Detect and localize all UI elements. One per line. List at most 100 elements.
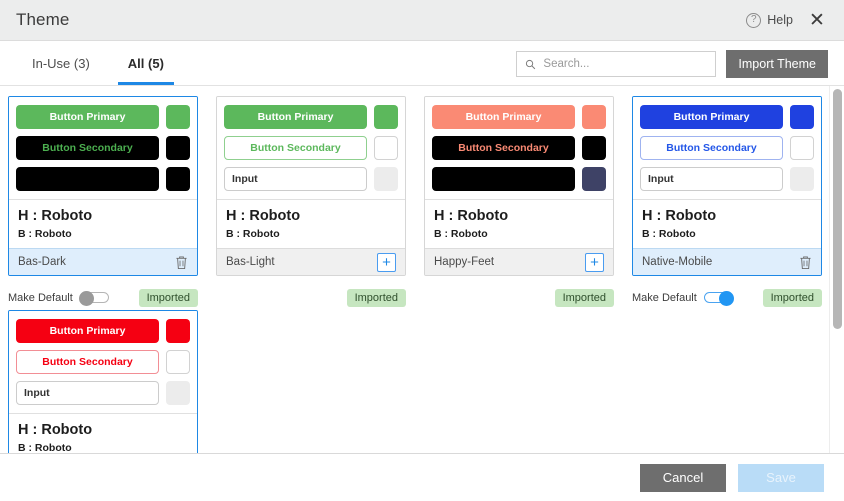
preview-row-primary: Button Primary	[640, 105, 814, 129]
color-swatch-input[interactable]	[790, 167, 814, 191]
make-default-toggle[interactable]	[80, 291, 109, 304]
color-swatch-input[interactable]	[582, 167, 606, 191]
body-font-label: B : Roboto	[18, 228, 188, 240]
color-swatch-primary[interactable]	[790, 105, 814, 129]
add-theme-button[interactable]: +	[585, 253, 604, 272]
preview-button-secondary[interactable]: Button Secondary	[224, 136, 367, 160]
preview-button-primary[interactable]: Button Primary	[16, 319, 159, 343]
preview-button-secondary[interactable]: Button Secondary	[16, 350, 159, 374]
color-swatch-secondary[interactable]	[790, 136, 814, 160]
typography-section: H : Roboto B : Roboto	[217, 199, 405, 248]
heading-font-label: H : Roboto	[18, 421, 188, 439]
delete-theme-button[interactable]	[799, 255, 812, 270]
search-box[interactable]	[516, 51, 716, 77]
help-button[interactable]: ? Help	[746, 13, 793, 28]
add-theme-button[interactable]: +	[377, 253, 396, 272]
color-swatch-secondary[interactable]	[374, 136, 398, 160]
vertical-scrollbar[interactable]	[829, 86, 844, 453]
theme-scroll-area: Button Primary Button Secondary Input H : R…	[0, 86, 844, 453]
toolbar: In-Use (3) All (5) Import Theme	[0, 41, 844, 86]
theme-dialog: Theme ? Help ✕ In-Use (3) All (5) Import…	[0, 0, 844, 501]
trash-icon	[175, 255, 188, 270]
color-swatch-primary[interactable]	[582, 105, 606, 129]
preview-row-secondary: Button Secondary	[16, 136, 190, 160]
theme-name: Native-Mobile	[642, 256, 712, 268]
preview-row-input: Input	[16, 381, 190, 405]
save-button[interactable]: Save	[738, 464, 824, 492]
dialog-footer: Cancel Save	[0, 453, 844, 501]
theme-card[interactable]: Button PrimaryButton SecondaryInputH : R…	[8, 96, 198, 276]
help-label: Help	[767, 13, 793, 27]
preview-button-secondary[interactable]: Button Secondary	[16, 136, 159, 160]
delete-theme-button[interactable]	[175, 255, 188, 270]
theme-name: Happy-Feet	[434, 256, 494, 268]
cancel-button[interactable]: Cancel	[640, 464, 726, 492]
color-swatch-input[interactable]	[166, 381, 190, 405]
preview-button-primary[interactable]: Button Primary	[16, 105, 159, 129]
body-font-label: B : Roboto	[226, 228, 396, 240]
tab-in-use[interactable]: In-Use (3)	[16, 41, 106, 85]
make-default-label: Make Default	[632, 292, 697, 304]
heading-font-label: H : Roboto	[434, 207, 604, 225]
preview-row-primary: Button Primary	[16, 319, 190, 343]
typography-section: H : Roboto B : Roboto	[9, 413, 197, 453]
color-swatch-secondary[interactable]	[582, 136, 606, 160]
preview-input[interactable]: Input	[432, 167, 575, 191]
color-swatch-primary[interactable]	[166, 319, 190, 343]
preview-row-input: Input	[432, 167, 606, 191]
make-default-control[interactable]: Make Default	[8, 291, 109, 304]
theme-preview: Button Primary Button Secondary Input	[425, 97, 613, 199]
theme-preview: Button Primary Button Secondary Input	[9, 311, 197, 413]
theme-name: Bas-Light	[226, 256, 275, 268]
preview-input[interactable]: Input	[640, 167, 783, 191]
preview-row-primary: Button Primary	[432, 105, 606, 129]
theme-preview: Button Primary Button Secondary Input	[217, 97, 405, 199]
preview-row-secondary: Button Secondary	[640, 136, 814, 160]
imported-badge: Imported	[347, 289, 406, 307]
plus-icon: +	[377, 253, 396, 272]
preview-input[interactable]: Input	[224, 167, 367, 191]
preview-row-input: Input	[224, 167, 398, 191]
theme-card-footer: Bas-Light +	[217, 248, 405, 275]
theme-card-footer: Happy-Feet +	[425, 248, 613, 275]
theme-card[interactable]: Button Primary Button Secondary Input H : R…	[216, 96, 406, 276]
body-font-label: B : Roboto	[18, 442, 188, 453]
color-swatch-input[interactable]	[166, 167, 190, 191]
theme-controls: Imported	[216, 276, 406, 310]
preview-input[interactable]: Input	[16, 381, 159, 405]
make-default-control[interactable]: Make Default	[632, 291, 733, 304]
color-swatch-secondary[interactable]	[166, 350, 190, 374]
search-input[interactable]	[543, 58, 707, 70]
color-swatch-primary[interactable]	[166, 105, 190, 129]
theme-card[interactable]: Button Primary Button Secondary Input H : R…	[424, 96, 614, 276]
page-title: Theme	[16, 10, 69, 30]
trash-icon	[799, 255, 812, 270]
color-swatch-secondary[interactable]	[166, 136, 190, 160]
search-icon	[525, 59, 536, 70]
color-swatch-primary[interactable]	[374, 105, 398, 129]
preview-button-secondary[interactable]: Button Secondary	[640, 136, 783, 160]
close-icon[interactable]: ✕	[806, 9, 828, 31]
heading-font-label: H : Roboto	[226, 207, 396, 225]
scrollbar-thumb[interactable]	[833, 89, 842, 329]
tab-all[interactable]: All (5)	[112, 41, 180, 85]
theme-controls: Make DefaultImported	[8, 276, 198, 310]
theme-preview: Button Primary Button Secondary Input	[633, 97, 821, 199]
preview-button-secondary[interactable]: Button Secondary	[432, 136, 575, 160]
theme-card[interactable]: Button Primary Button Secondary Input H : R…	[8, 310, 198, 453]
theme-card[interactable]: Button PrimaryButton SecondaryInputH : R…	[632, 96, 822, 276]
toggle-knob	[79, 291, 94, 306]
toolbar-right: Import Theme	[516, 50, 828, 85]
theme-card-footer: Native-Mobile	[633, 248, 821, 275]
preview-button-primary[interactable]: Button Primary	[224, 105, 367, 129]
tab-list: In-Use (3) All (5)	[16, 41, 180, 85]
preview-input[interactable]: Input	[16, 167, 159, 191]
make-default-toggle[interactable]	[704, 291, 733, 304]
import-theme-button[interactable]: Import Theme	[726, 50, 828, 78]
plus-icon: +	[585, 253, 604, 272]
question-circle-icon: ?	[746, 13, 761, 28]
color-swatch-input[interactable]	[374, 167, 398, 191]
preview-button-primary[interactable]: Button Primary	[640, 105, 783, 129]
preview-button-primary[interactable]: Button Primary	[432, 105, 575, 129]
titlebar-actions: ? Help ✕	[746, 9, 828, 31]
